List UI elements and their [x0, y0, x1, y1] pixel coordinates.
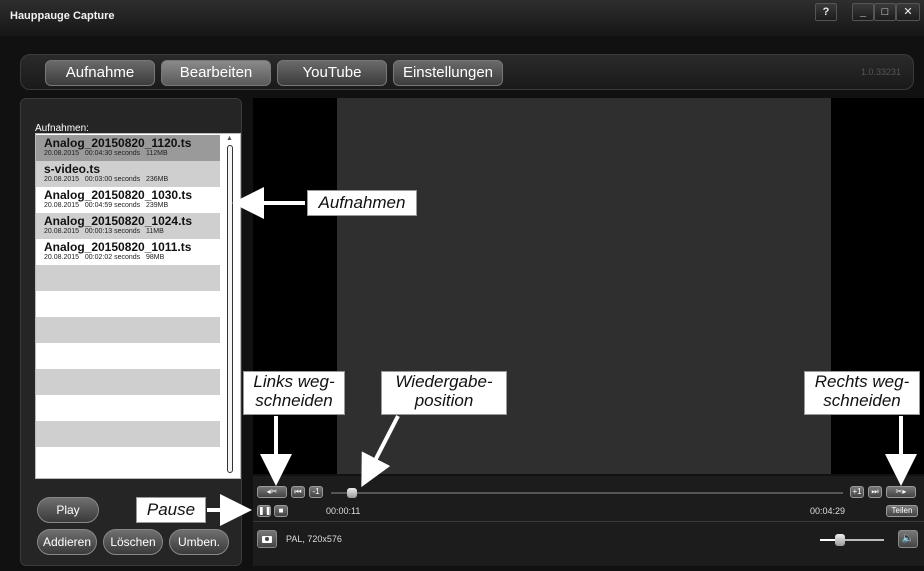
current-time: 00:00:11 [326, 506, 361, 516]
list-item[interactable]: Analog_20150820_1011.ts 20.08.2015 00:02… [36, 239, 220, 265]
volume-slider[interactable] [820, 539, 884, 541]
recording-meta: 20.08.2015 00:02:02 seconds 98MB [44, 254, 165, 261]
title-bar: Hauppauge Capture ? _ □ ✕ [0, 0, 924, 36]
recording-name: Analog_20150820_1120.ts [44, 136, 192, 150]
annotation-wiedergabeposition: Wiedergabe-position [381, 371, 507, 415]
volume-handle[interactable] [835, 534, 845, 546]
recordings-list: Analog_20150820_1120.ts 20.08.2015 00:04… [35, 133, 241, 479]
skip-forward-icon: ⏭ [871, 487, 879, 496]
version-label: 1.0.33231 [860, 67, 901, 77]
video-format: PAL, 720x576 [286, 534, 342, 544]
tab-bar: Aufnahme Bearbeiten YouTube Einstellunge… [20, 54, 914, 90]
list-item[interactable]: Analog_20150820_1120.ts 20.08.2015 00:04… [36, 135, 220, 161]
empty-list-row [36, 369, 220, 395]
tab-youtube[interactable]: YouTube [277, 60, 387, 86]
maximize-button[interactable]: □ [874, 3, 896, 21]
app-window: Hauppauge Capture ? _ □ ✕ Aufnahme Bearb… [0, 0, 924, 571]
scissors-right-icon: ✂▸ [895, 487, 907, 496]
video-preview [253, 98, 924, 474]
scroll-up-icon[interactable]: ▲ [226, 135, 233, 142]
window-title: Hauppauge Capture [10, 10, 115, 22]
recording-name: Analog_20150820_1030.ts [44, 188, 193, 202]
end-time: 00:04:29 [810, 506, 846, 516]
speaker-icon: 🔈 [901, 533, 915, 544]
tab-einstellungen[interactable]: Einstellungen [393, 60, 503, 86]
recording-meta: 20.08.2015 00:00:13 seconds 11MB [44, 228, 164, 235]
cut-right-button[interactable]: ✂▸ [886, 486, 916, 498]
split-button[interactable]: Teilen [886, 505, 918, 517]
video-frame [337, 98, 831, 474]
play-button[interactable]: Play [37, 497, 99, 523]
add-button[interactable]: Addieren [37, 529, 97, 555]
camera-lens [265, 537, 269, 541]
help-button[interactable]: ? [815, 3, 837, 21]
scissors-left-icon: ◂✂ [266, 487, 278, 496]
divider [253, 521, 924, 522]
skip-back-icon: ⏮ [294, 487, 302, 496]
annotation-rechts-wegschneiden: Rechts weg-schneiden [804, 371, 920, 415]
list-scrollbar[interactable]: ▲ [223, 135, 237, 475]
recording-meta: 20.08.2015 00:04:59 seconds 239MB [44, 202, 169, 209]
rename-button[interactable]: Umben. [169, 529, 229, 555]
playhead-handle[interactable] [347, 488, 357, 498]
player-controls: ◂✂ ⏮ -1 +1 ⏭ ✂▸ ❚❚ ■ 00:00:11 00:04:29 T… [253, 476, 924, 566]
minimize-button[interactable]: _ [852, 3, 874, 21]
step-back-icon: -1 [312, 487, 320, 496]
empty-list-row [36, 317, 220, 343]
stop-button[interactable]: ■ [274, 505, 288, 517]
close-button[interactable]: ✕ [896, 3, 920, 21]
recordings-panel: Aufnahmen: Analog_20150820_1120.ts 20.08… [20, 98, 242, 566]
annotation-aufnahmen: Aufnahmen [307, 190, 417, 216]
stop-icon: ■ [278, 506, 284, 515]
list-item[interactable]: Analog_20150820_1030.ts 20.08.2015 00:04… [36, 187, 220, 213]
step-forward-button[interactable]: +1 [850, 486, 864, 498]
mute-button[interactable]: 🔈 [898, 530, 918, 548]
delete-button[interactable]: Löschen [103, 529, 163, 555]
empty-list-row [36, 265, 220, 291]
pause-button[interactable]: ❚❚ [257, 505, 271, 517]
scrollbar-thumb[interactable] [227, 145, 233, 473]
recording-name: Analog_20150820_1011.ts [44, 240, 192, 254]
annotation-pause: Pause [136, 497, 206, 523]
annotation-links-wegschneiden: Links weg-schneiden [243, 371, 345, 415]
list-item[interactable]: s-video.ts 20.08.2015 00:03:00 seconds 2… [36, 161, 220, 187]
list-item[interactable]: Analog_20150820_1024.ts 20.08.2015 00:00… [36, 213, 220, 239]
next-button[interactable]: ⏭ [868, 486, 882, 498]
tab-aufnahme[interactable]: Aufnahme [45, 60, 155, 86]
pause-icon: ❚❚ [258, 506, 272, 515]
previous-button[interactable]: ⏮ [291, 486, 305, 498]
recording-name: Analog_20150820_1024.ts [44, 214, 193, 228]
snapshot-button[interactable] [257, 530, 277, 548]
step-back-button[interactable]: -1 [309, 486, 323, 498]
empty-list-row [36, 421, 220, 447]
cut-left-button[interactable]: ◂✂ [257, 486, 287, 498]
recording-meta: 20.08.2015 00:03:00 seconds 236MB [44, 176, 169, 183]
timeline-slider[interactable] [331, 492, 843, 494]
tab-bearbeiten[interactable]: Bearbeiten [161, 60, 271, 86]
step-forward-icon: +1 [852, 487, 862, 496]
recording-meta: 20.08.2015 00:04:30 seconds 112MB [44, 150, 168, 157]
recording-name: s-video.ts [44, 162, 101, 176]
